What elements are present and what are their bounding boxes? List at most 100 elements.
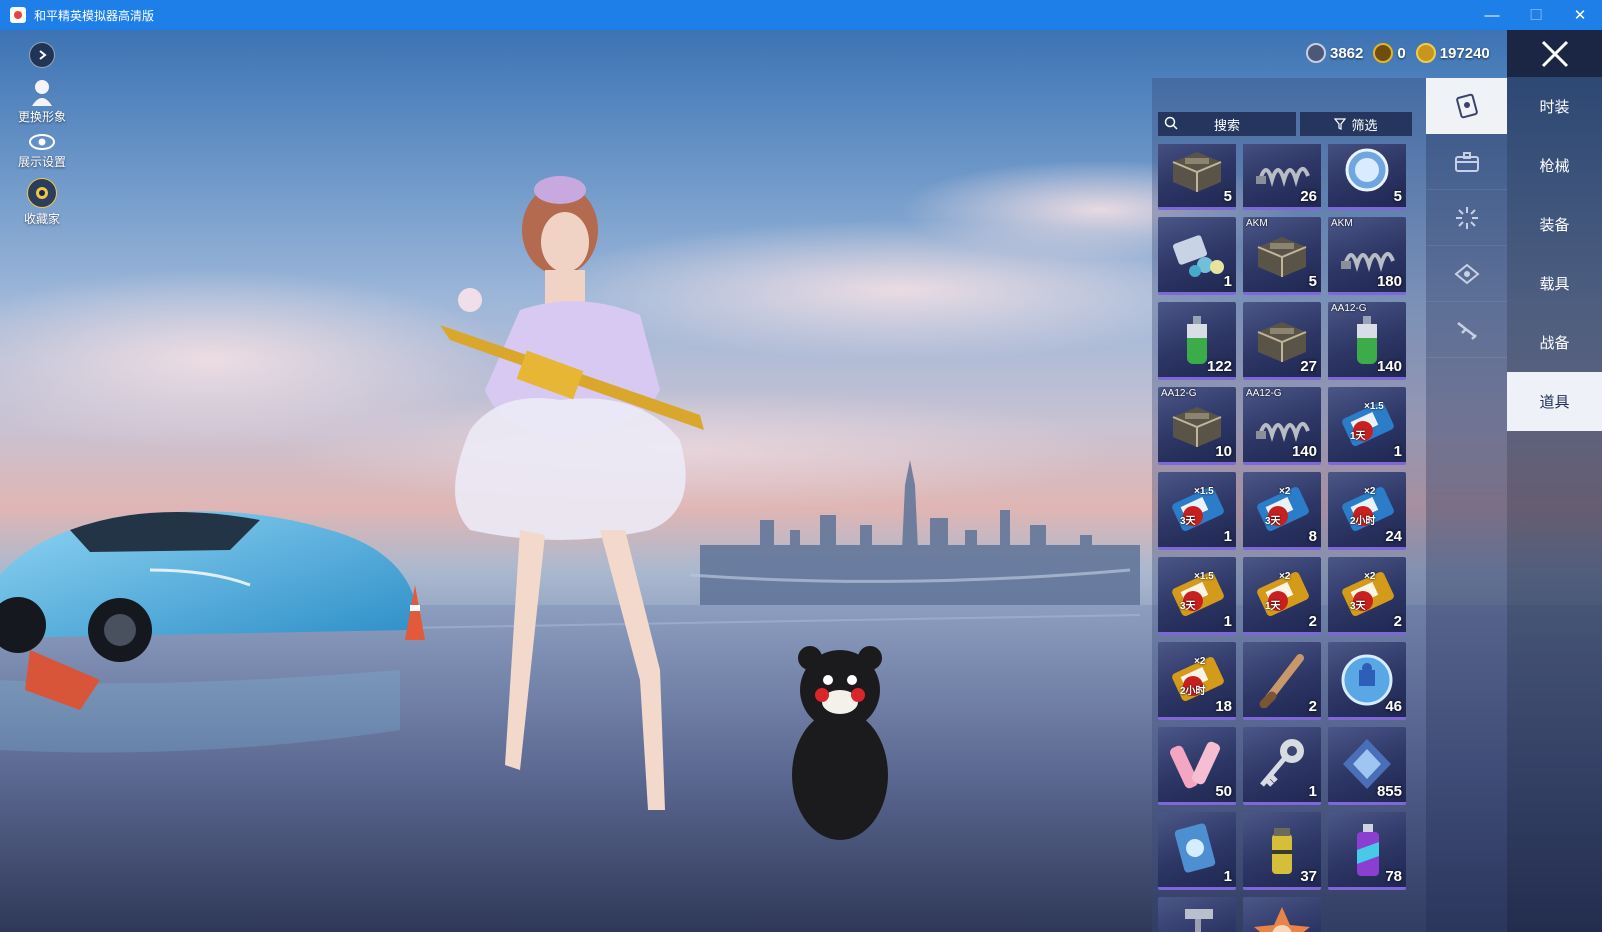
- item-count: 50: [1215, 783, 1232, 800]
- bear-mascot: [792, 646, 888, 840]
- inventory-item[interactable]: ×1.5 3天 1: [1158, 557, 1236, 635]
- item-grid: 5 26 5 1 AKM 5 AKM 180 122 27 AA12-G 140 AA12-G 10 AA1…: [1158, 144, 1406, 932]
- inventory-item[interactable]: 48: [1243, 897, 1321, 932]
- inventory-item[interactable]: 46: [1328, 642, 1406, 720]
- close-icon: [1541, 40, 1568, 67]
- collector-badge-icon: [27, 178, 57, 208]
- play-arrow-icon: [29, 42, 55, 68]
- inventory-item[interactable]: 37: [1243, 812, 1321, 890]
- close-window-button[interactable]: ✕: [1558, 0, 1602, 30]
- tab-firearms[interactable]: 枪械: [1507, 136, 1602, 195]
- item-count: 855: [1376, 783, 1402, 800]
- item-count: 1: [1308, 783, 1317, 800]
- inventory-item[interactable]: 81: [1158, 897, 1236, 932]
- inventory-item[interactable]: ×2 3天 2: [1328, 557, 1406, 635]
- tab-combat-gear[interactable]: 战备: [1507, 313, 1602, 372]
- expand-panel-button[interactable]: [8, 42, 76, 70]
- inventory-item[interactable]: AKM 180: [1328, 217, 1406, 295]
- inventory-item[interactable]: 50: [1158, 727, 1236, 805]
- maximize-button[interactable]: ☐: [1514, 0, 1558, 30]
- inventory-item[interactable]: ×2 3天 8: [1243, 472, 1321, 550]
- inventory-item[interactable]: AA12-G 10: [1158, 387, 1236, 465]
- collector-label: 收藏家: [23, 212, 60, 226]
- vehicle-icon: [1453, 263, 1480, 284]
- change-appearance-button[interactable]: 更换形象: [8, 78, 76, 125]
- inventory-item[interactable]: 5: [1158, 144, 1236, 210]
- inventory-item[interactable]: 1: [1158, 812, 1236, 890]
- inventory-item[interactable]: ×2 2小时 18: [1158, 642, 1236, 720]
- card-multiplier: ×1.5: [1364, 401, 1384, 412]
- display-settings-button[interactable]: 展示设置: [8, 133, 76, 170]
- inventory-item[interactable]: AA12-G 140: [1243, 387, 1321, 465]
- item-weapon-tag: AA12-G: [1161, 388, 1197, 399]
- filter-button[interactable]: 筛选: [1300, 112, 1412, 136]
- tickets-icon: [1172, 235, 1224, 277]
- inventory-item[interactable]: AKM 5: [1243, 217, 1321, 295]
- category-weapon-button[interactable]: [1426, 302, 1507, 358]
- search-label: 搜索: [1213, 117, 1240, 133]
- item-count: 46: [1385, 698, 1402, 715]
- tab-outfit[interactable]: 时装: [1507, 77, 1602, 136]
- inventory-item[interactable]: ×1.5 3天 1: [1158, 472, 1236, 550]
- currency-bar: 3862 0 197240: [1306, 40, 1490, 66]
- item-count: 1: [1223, 528, 1232, 545]
- minimize-button[interactable]: —: [1470, 0, 1514, 30]
- window-controls: — ☐ ✕: [1470, 0, 1602, 30]
- game-scene: 更换形象 展示设置 收藏家 3862 0 197240 搜索 筛选 5 26 5…: [0, 30, 1602, 932]
- card-multiplier: ×2: [1364, 486, 1376, 497]
- gold-a-amount: 0: [1397, 44, 1406, 62]
- inventory-item[interactable]: 27: [1243, 302, 1321, 380]
- item-count: 1: [1223, 613, 1232, 630]
- inventory-item[interactable]: 122: [1158, 302, 1236, 380]
- key-icon: [1260, 739, 1304, 787]
- item-count: 2: [1308, 698, 1317, 715]
- item-count: 1: [1223, 868, 1232, 885]
- card-multiplier: ×2: [1279, 571, 1291, 582]
- orb-icon: [1345, 148, 1389, 192]
- inventory-item[interactable]: 78: [1328, 812, 1406, 890]
- category-outfit-button[interactable]: [1426, 78, 1507, 134]
- category-vehicle-button[interactable]: [1426, 246, 1507, 302]
- close-inventory-button[interactable]: [1507, 30, 1602, 77]
- category-chest-button[interactable]: [1426, 134, 1507, 190]
- inventory-item[interactable]: ×2 1天 2: [1243, 557, 1321, 635]
- card-duration: 1天: [1265, 601, 1281, 612]
- crate-icon: [1257, 237, 1307, 277]
- coin-amount: 197240: [1439, 44, 1490, 62]
- tab-props[interactable]: 道具: [1507, 372, 1602, 431]
- category-icon-column: [1426, 78, 1507, 932]
- bat-icon: [1259, 654, 1304, 708]
- item-count: 1: [1393, 443, 1402, 460]
- currency-gold-a: 0: [1373, 43, 1406, 63]
- card-duration: 3天: [1180, 601, 1196, 612]
- inventory-item[interactable]: 1: [1243, 727, 1321, 805]
- item-count: 5: [1223, 188, 1232, 205]
- item-grid-viewport[interactable]: 5 26 5 1 AKM 5 AKM 180 122 27 AA12-G 140 AA12-G 10 AA1…: [1158, 144, 1422, 932]
- collector-button[interactable]: 收藏家: [8, 178, 76, 227]
- item-count: 27: [1300, 358, 1317, 375]
- tab-equipment[interactable]: 装备: [1507, 195, 1602, 254]
- inventory-item[interactable]: 2: [1243, 642, 1321, 720]
- person-silhouette-icon: [32, 80, 52, 106]
- tab-vehicles[interactable]: 载具: [1507, 254, 1602, 313]
- item-count: 26: [1300, 188, 1317, 205]
- gold-a-coin-icon: [1373, 43, 1394, 63]
- spray-gun-icon: [1185, 909, 1213, 932]
- silver-coin-icon: [1306, 43, 1326, 63]
- sparkle-icon: [1455, 206, 1478, 229]
- card-multiplier: ×1.5: [1194, 486, 1214, 497]
- app-logo-icon: [10, 7, 26, 23]
- inventory-panel: 搜索 筛选 5 26 5 1 AKM 5 AKM 180 122 27 AA12-G 140 AA12-…: [1152, 78, 1426, 932]
- category-effect-button[interactable]: [1426, 190, 1507, 246]
- card-duration: 1天: [1350, 431, 1366, 442]
- inventory-item[interactable]: 26: [1243, 144, 1321, 210]
- inventory-item[interactable]: ×2 2小时 24: [1328, 472, 1406, 550]
- inventory-item[interactable]: ×1.5 1天 1: [1328, 387, 1406, 465]
- item-count: 2: [1308, 613, 1317, 630]
- card-multiplier: ×1.5: [1194, 571, 1214, 582]
- inventory-item[interactable]: 5: [1328, 144, 1406, 210]
- search-input[interactable]: 搜索: [1158, 112, 1296, 136]
- inventory-item[interactable]: 855: [1328, 727, 1406, 805]
- inventory-item[interactable]: AA12-G 140: [1328, 302, 1406, 380]
- inventory-item[interactable]: 1: [1158, 217, 1236, 295]
